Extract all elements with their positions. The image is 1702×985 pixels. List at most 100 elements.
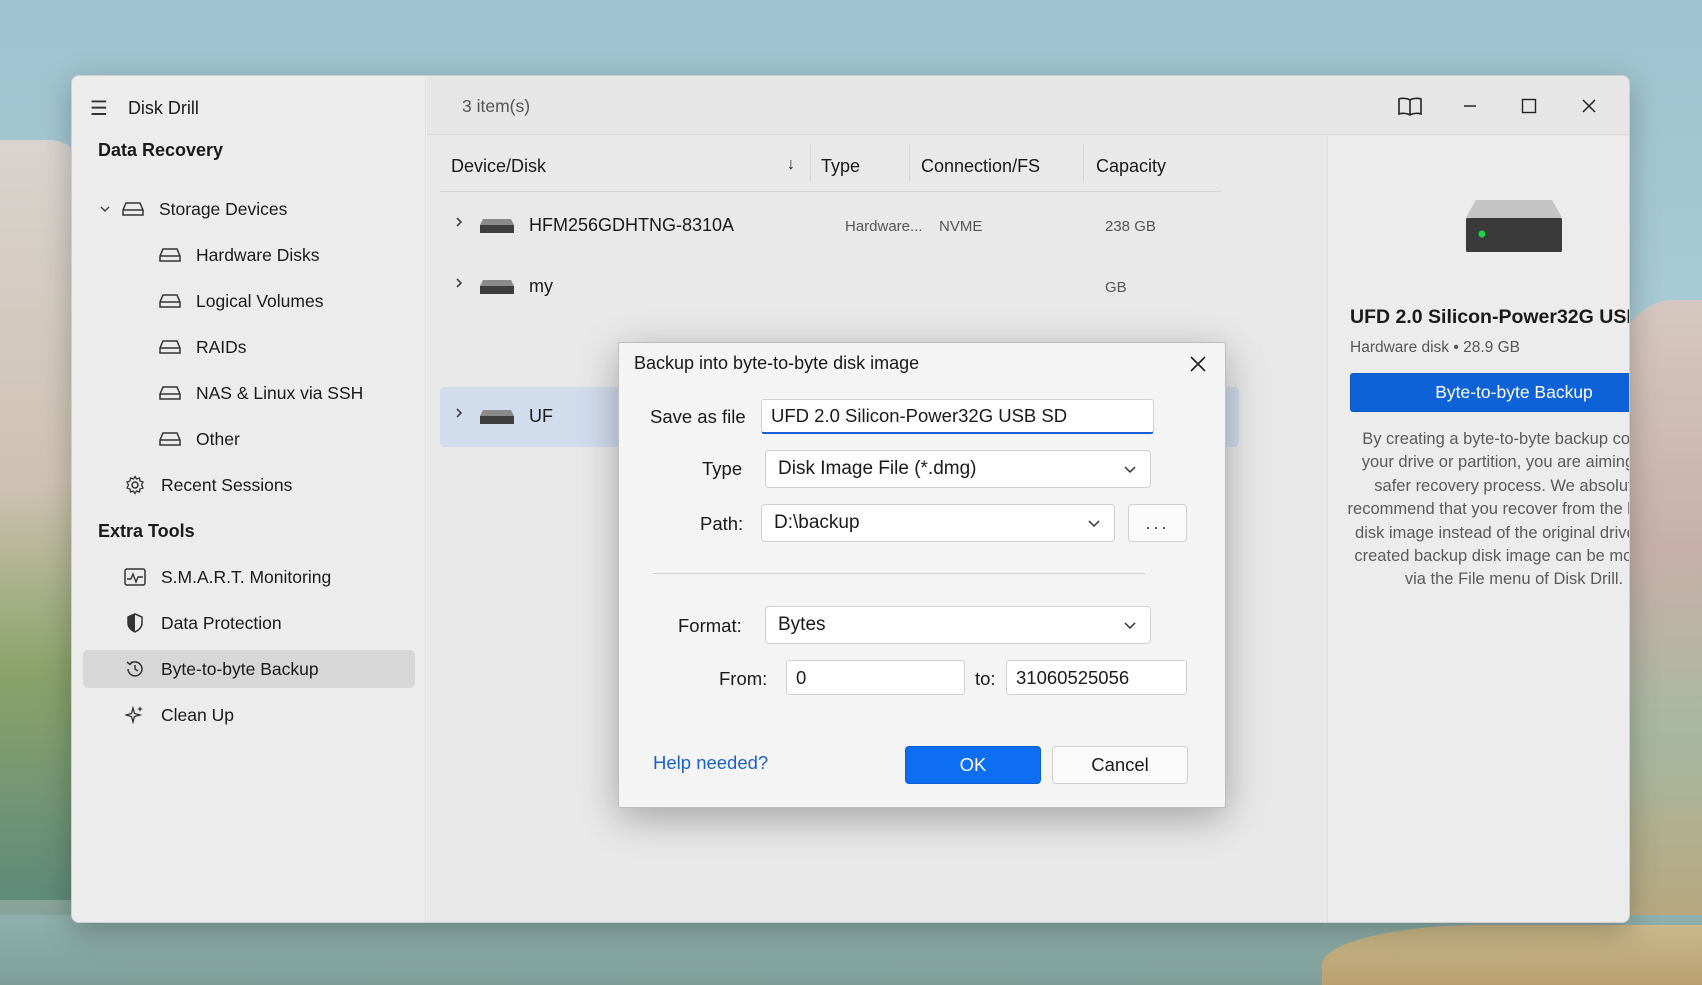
device-name: UF [529, 406, 553, 426]
byte-backup-button[interactable]: Byte-to-byte Backup [1350, 373, 1629, 412]
chevron-right-icon[interactable] [454, 215, 464, 231]
detail-panel: UFD 2.0 Silicon-Power32G USB De... Hardw… [1327, 136, 1630, 922]
drive-icon [158, 431, 182, 447]
drive-icon [158, 247, 182, 263]
sidebar-item-label: Hardware Disks [196, 244, 320, 265]
format-label: Format: [678, 615, 742, 636]
book-icon[interactable] [1390, 90, 1430, 122]
detail-device-name: UFD 2.0 Silicon-Power32G USB De... [1350, 306, 1629, 328]
sidebar-item-label: Other [196, 428, 240, 449]
cancel-button[interactable]: Cancel [1052, 746, 1188, 784]
drive-icon [158, 293, 182, 309]
dialog-title: Backup into byte-to-byte disk image [634, 353, 920, 373]
history-icon [123, 659, 147, 679]
detail-device-meta: Hardware disk • 28.9 GB [1350, 339, 1520, 356]
sidebar-item-logical-volumes[interactable]: Logical Volumes [83, 282, 415, 320]
sidebar-item-label: Recent Sessions [161, 474, 293, 495]
header-divider [440, 191, 1222, 192]
device-name: HFM256GDHTNG-8310A [529, 215, 735, 235]
device-capacity: GB [1105, 279, 1127, 296]
sidebar-item-clean-up[interactable]: Clean Up [83, 696, 415, 734]
sidebar-item-label: RAIDs [196, 336, 247, 357]
hamburger-menu-icon[interactable]: ☰ [90, 96, 108, 121]
format-select[interactable]: Bytes [765, 606, 1151, 644]
sort-arrow-icon[interactable]: ↓ [787, 156, 795, 174]
type-select-value: Disk Image File (*.dmg) [778, 458, 977, 479]
to-input[interactable] [1006, 660, 1187, 695]
chevron-down-icon [1124, 622, 1136, 630]
sidebar-item-label: NAS & Linux via SSH [196, 382, 364, 403]
close-window-icon[interactable] [1569, 90, 1609, 122]
drive-icon [121, 201, 145, 217]
path-select[interactable]: D:\backup [761, 504, 1115, 542]
device-type: Hardware... [845, 218, 923, 235]
sidebar: ☰ Disk Drill Data Recovery Storage Devic… [72, 76, 426, 922]
shield-icon [123, 613, 147, 633]
drive-icon [158, 385, 182, 401]
backup-dialog: Backup into byte-to-byte disk image Save… [618, 342, 1226, 808]
from-input[interactable] [786, 660, 965, 695]
device-name: my [529, 276, 553, 296]
sidebar-item-smart-monitoring[interactable]: S.M.A.R.T. Monitoring [83, 558, 415, 596]
monitor-chart-icon [123, 568, 147, 586]
chevron-down-icon [1124, 466, 1136, 474]
section-data-recovery: Data Recovery [98, 140, 224, 160]
sidebar-item-other[interactable]: Other [83, 420, 415, 458]
sidebar-item-nas-linux[interactable]: NAS & Linux via SSH [83, 374, 415, 412]
section-extra-tools: Extra Tools [98, 521, 195, 541]
sidebar-item-label: Storage Devices [159, 198, 288, 219]
path-select-value: D:\backup [774, 512, 860, 533]
column-header-connection[interactable]: Connection/FS [921, 156, 1040, 177]
detail-description: By creating a byte-to-byte backup copy o… [1347, 430, 1630, 589]
items-count: 3 item(s) [462, 96, 531, 116]
browse-button[interactable]: ... [1128, 504, 1187, 542]
device-capacity: 238 GB [1105, 218, 1156, 235]
sidebar-item-storage-devices[interactable]: Storage Devices [83, 190, 415, 228]
disk-icon [480, 280, 514, 294]
disk-icon [480, 410, 514, 424]
drive-icon [158, 339, 182, 355]
wallpaper-grass [1322, 925, 1702, 985]
sidebar-item-label: Byte-to-byte Backup [161, 658, 319, 679]
device-connection: NVME [939, 218, 983, 235]
column-separator [1083, 144, 1084, 182]
type-select[interactable]: Disk Image File (*.dmg) [765, 450, 1151, 488]
sidebar-item-recent-sessions[interactable]: Recent Sessions [83, 466, 415, 504]
app-window: ☰ Disk Drill Data Recovery Storage Devic… [71, 75, 1630, 923]
sidebar-header: ☰ Disk Drill [90, 96, 199, 121]
to-label: to: [975, 668, 996, 689]
sidebar-item-hardware-disks[interactable]: Hardware Disks [83, 236, 415, 274]
from-label: From: [719, 668, 768, 689]
column-header-type[interactable]: Type [821, 156, 860, 177]
sidebar-item-label: Clean Up [161, 704, 234, 725]
gear-icon [123, 475, 147, 495]
ok-button[interactable]: OK [905, 746, 1041, 784]
column-separator [909, 144, 910, 182]
save-as-label: Save as file [650, 406, 746, 427]
chevron-right-icon[interactable] [454, 406, 464, 422]
help-link[interactable]: Help needed? [653, 752, 768, 774]
app-title: Disk Drill [127, 98, 199, 118]
save-as-input[interactable] [761, 399, 1154, 434]
dialog-divider [653, 573, 1145, 574]
sidebar-item-byte-backup[interactable]: Byte-to-byte Backup [83, 650, 415, 688]
column-header-device[interactable]: Device/Disk [451, 156, 546, 177]
sidebar-item-label: Data Protection [161, 612, 282, 633]
disk-icon [480, 219, 514, 233]
usb-disk-icon [1466, 200, 1562, 252]
sidebar-item-label: Logical Volumes [196, 290, 324, 311]
maximize-icon[interactable] [1509, 90, 1549, 122]
table-row[interactable]: HFM256GDHTNG-8310A Hardware... NVME 238 … [440, 196, 1239, 256]
chevron-down-icon[interactable] [95, 203, 115, 215]
sidebar-item-raids[interactable]: RAIDs [83, 328, 415, 366]
close-icon[interactable] [1185, 351, 1211, 377]
minimize-icon[interactable] [1450, 90, 1490, 122]
column-header-capacity[interactable]: Capacity [1096, 156, 1166, 177]
sparkle-icon [123, 705, 147, 725]
type-label: Type [702, 458, 743, 479]
chevron-right-icon[interactable] [454, 276, 464, 292]
path-label: Path: [700, 513, 744, 534]
sidebar-item-label: S.M.A.R.T. Monitoring [161, 566, 332, 587]
sidebar-item-data-protection[interactable]: Data Protection [83, 604, 415, 642]
table-row[interactable]: my GB [440, 257, 1239, 317]
